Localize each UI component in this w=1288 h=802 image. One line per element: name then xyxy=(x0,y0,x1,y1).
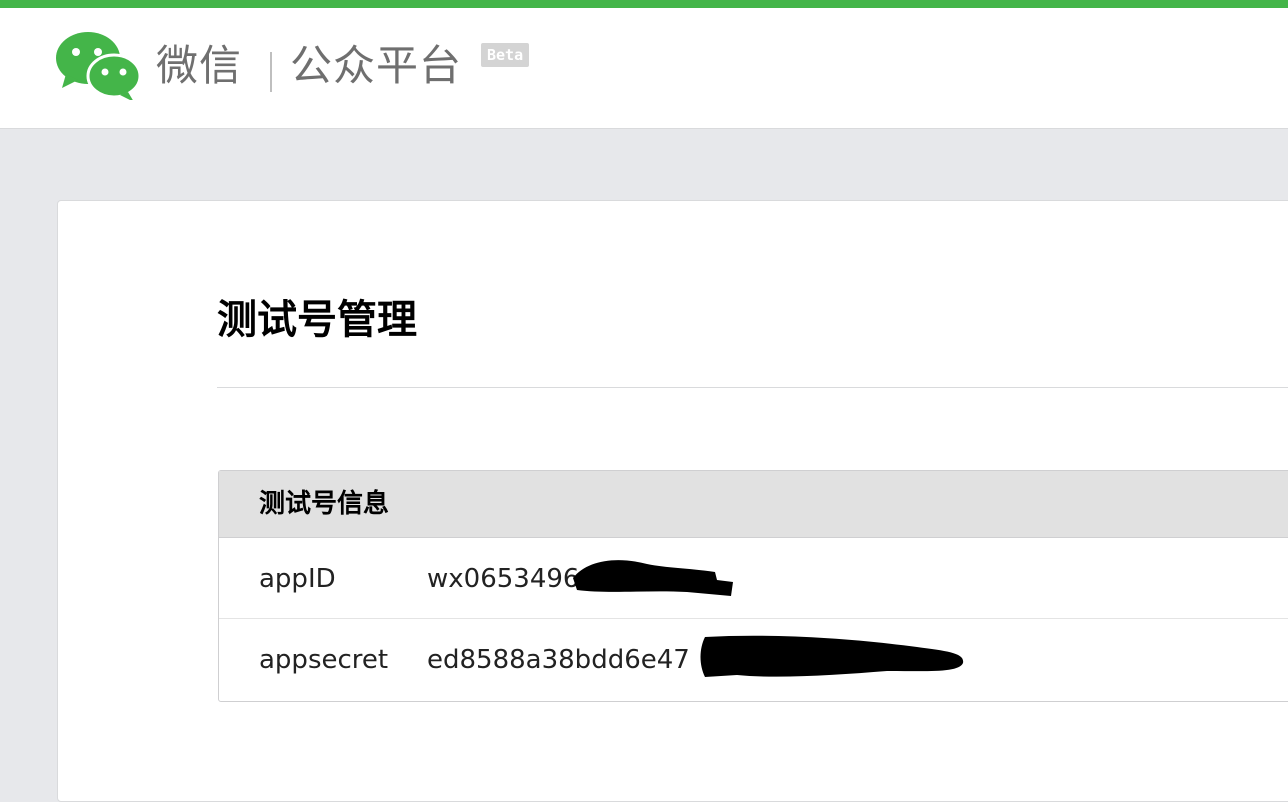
beta-badge: Beta xyxy=(481,43,530,67)
logo-brand-text[interactable]: 微信 xyxy=(156,38,242,94)
appsecret-label: appsecret xyxy=(259,645,389,675)
appid-value[interactable]: wx0653496 xyxy=(427,560,579,598)
top-accent-bar xyxy=(0,0,1288,8)
appid-redaction-mark xyxy=(573,560,733,596)
appsecret-value[interactable]: ed8588a38bdd6e47 xyxy=(427,641,690,679)
info-panel-header: 测试号信息 xyxy=(219,471,1288,538)
logo-divider xyxy=(270,52,272,92)
appid-label: appID xyxy=(259,564,336,594)
info-row-appid: appID wx0653496 xyxy=(219,538,1288,619)
wechat-logo-icon[interactable] xyxy=(54,30,142,100)
test-account-info-panel: 测试号信息 appID wx0653496 appsecret ed8588a3… xyxy=(218,470,1288,702)
site-header: 微信 公众平台 Beta xyxy=(0,8,1288,129)
appsecret-redaction-mark xyxy=(700,635,964,677)
title-divider xyxy=(217,387,1288,388)
page-title: 测试号管理 xyxy=(217,297,417,343)
info-row-appsecret: appsecret ed8588a38bdd6e47 xyxy=(219,619,1288,699)
logo-platform-text[interactable]: 公众平台 xyxy=(290,38,462,94)
info-panel-title: 测试号信息 xyxy=(259,489,390,519)
